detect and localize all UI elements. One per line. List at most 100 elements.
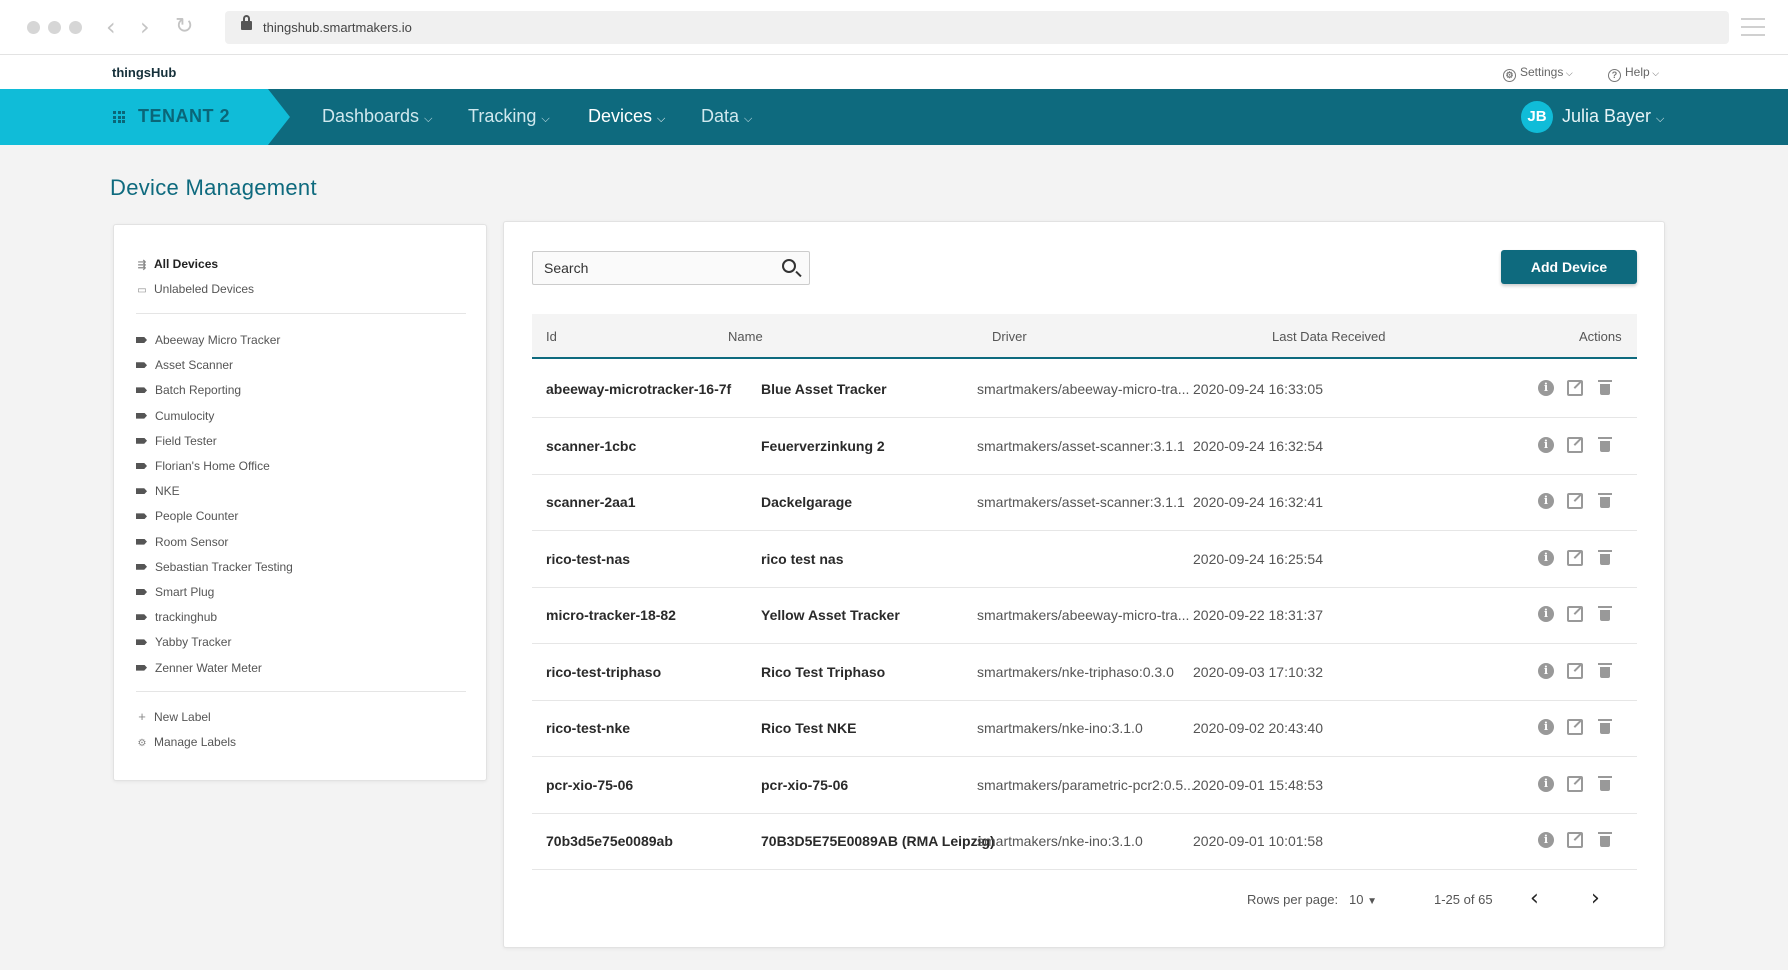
search-icon[interactable] — [782, 259, 796, 273]
add-device-button[interactable]: Add Device — [1501, 250, 1637, 284]
nav-dashboards[interactable]: Dashboards ⌵ — [322, 106, 432, 127]
trash-icon[interactable] — [1598, 662, 1612, 679]
gear-icon: ⚙ — [1503, 69, 1516, 82]
edit-icon[interactable] — [1567, 606, 1583, 622]
edit-icon[interactable] — [1567, 436, 1583, 453]
nav-data[interactable]: Data ⌵ — [701, 106, 752, 127]
user-menu[interactable]: Julia Bayer ⌵ — [1562, 106, 1664, 127]
sidebar-item-label[interactable]: People Counter — [136, 508, 238, 524]
column-header-id[interactable]: Id — [546, 329, 557, 344]
address-bar[interactable]: thingshub.smartmakers.io — [225, 11, 1729, 44]
label-name: Florian's Home Office — [155, 459, 270, 473]
info-icon[interactable]: i — [1538, 380, 1554, 396]
sidebar-item-label[interactable]: Room Sensor — [136, 534, 228, 550]
cell-name: rico test nas — [761, 550, 844, 567]
table-row[interactable]: pcr-xio-75-06 pcr-xio-75-06 smartmakers/pa… — [532, 757, 1637, 814]
info-icon[interactable]: i — [1538, 606, 1554, 622]
filter-icon: ⇶ — [137, 260, 147, 271]
info-icon[interactable]: i — [1538, 662, 1554, 679]
trash-icon[interactable] — [1598, 493, 1612, 509]
sidebar-item-label[interactable]: Abeeway Micro Tracker — [136, 332, 280, 348]
sidebar-item-label[interactable]: Asset Scanner — [136, 357, 233, 373]
next-page-icon[interactable]: › — [1591, 886, 1600, 911]
cell-driver: smartmakers/nke-ino:3.1.0 — [977, 833, 1143, 849]
cell-last: 2020-09-03 17:10:32 — [1193, 663, 1323, 680]
search-input[interactable] — [533, 252, 763, 284]
rows-per-page-select[interactable]: 10 ▼ — [1349, 892, 1377, 907]
window-dot-icon[interactable] — [69, 21, 82, 34]
table-row[interactable]: rico-test-triphaso Rico Test Triphaso smar… — [532, 644, 1637, 701]
sidebar-item-label[interactable]: Batch Reporting — [136, 382, 241, 398]
tag-icon — [136, 362, 147, 369]
info-icon[interactable]: i — [1538, 832, 1554, 848]
info-icon[interactable]: i — [1538, 719, 1554, 735]
cell-name: Rico Test NKE — [761, 720, 857, 736]
tag-icon — [136, 563, 147, 570]
nav-tracking[interactable]: Tracking ⌵ — [468, 106, 550, 127]
trash-icon[interactable] — [1598, 719, 1612, 735]
sidebar-item-label[interactable]: Smart Plug — [136, 584, 214, 600]
help-icon: ? — [1608, 69, 1621, 82]
forward-icon[interactable]: › — [140, 12, 150, 42]
window-dot-icon[interactable] — [48, 21, 61, 34]
edit-icon[interactable] — [1567, 493, 1583, 509]
sidebar-item-label[interactable]: Sebastian Tracker Testing — [136, 559, 293, 575]
edit-icon[interactable] — [1567, 662, 1583, 679]
avatar[interactable]: JB — [1521, 101, 1553, 133]
trash-icon[interactable] — [1598, 832, 1612, 848]
info-icon[interactable]: i — [1538, 436, 1554, 453]
column-header-name[interactable]: Name — [728, 329, 763, 344]
tag-icon — [136, 639, 147, 646]
column-header-driver[interactable]: Driver — [992, 329, 1027, 344]
settings-menu[interactable]: ⚙ Settings ⌵ — [1503, 65, 1573, 82]
tenant-switcher[interactable]: TENANT 2 — [0, 89, 268, 145]
tag-icon — [136, 664, 147, 671]
edit-icon[interactable] — [1567, 380, 1583, 396]
trash-icon[interactable] — [1598, 606, 1612, 622]
column-header-last-data[interactable]: Last Data Received — [1272, 329, 1385, 344]
sidebar-item-label[interactable]: trackinghub — [136, 609, 217, 625]
table-row[interactable]: abeeway-microtracker-16-7f Blue Asset Tra… — [532, 361, 1637, 418]
cell-last: 2020-09-01 15:48:53 — [1193, 776, 1323, 793]
manage-labels-button[interactable]: ⚙ Manage Labels — [136, 734, 237, 750]
search-box[interactable] — [532, 251, 810, 285]
table-row[interactable]: scanner-1cbc Feuerverzinkung 2 smartmakers… — [532, 418, 1637, 475]
trash-icon[interactable] — [1598, 380, 1612, 396]
help-menu[interactable]: ? Help ⌵ — [1608, 65, 1659, 82]
column-header-actions: Actions — [1579, 329, 1622, 344]
sidebar-item-label[interactable]: Florian's Home Office — [136, 458, 270, 474]
sidebar-item-all-devices[interactable]: ⇶ All Devices — [136, 256, 218, 272]
edit-icon[interactable] — [1567, 719, 1583, 735]
prev-page-icon[interactable]: ‹ — [1530, 886, 1539, 911]
sidebar-item-label[interactable]: Field Tester — [136, 433, 217, 449]
info-icon[interactable]: i — [1538, 493, 1554, 509]
sidebar-item-label[interactable]: Cumulocity — [136, 408, 214, 424]
info-icon[interactable]: i — [1538, 775, 1554, 792]
apps-grid-icon — [113, 111, 125, 123]
cell-id: scanner-2aa1 — [546, 494, 636, 510]
sidebar-item-unlabeled[interactable]: ▭ Unlabeled Devices — [136, 281, 254, 297]
nav-devices[interactable]: Devices ⌵ — [588, 106, 665, 127]
table-row[interactable]: rico-test-nke Rico Test NKE smartmakers/nk… — [532, 700, 1637, 757]
edit-icon[interactable] — [1567, 775, 1583, 792]
table-row[interactable]: scanner-2aa1 Dackelgarage smartmakers/asse… — [532, 474, 1637, 531]
cell-name: Feuerverzinkung 2 — [761, 437, 885, 454]
info-icon[interactable]: i — [1538, 549, 1554, 566]
back-icon[interactable]: ‹ — [106, 12, 116, 42]
label-name: Batch Reporting — [155, 383, 242, 398]
trash-icon[interactable] — [1598, 436, 1612, 453]
edit-icon[interactable] — [1567, 549, 1583, 566]
trash-icon[interactable] — [1598, 549, 1612, 566]
table-row[interactable]: rico-test-nas rico test nas 2020-09-24 16:… — [532, 531, 1637, 588]
table-row[interactable]: 70b3d5e75e0089ab 70B3D5E75E0089AB (RMA Le… — [532, 813, 1637, 870]
window-dot-icon[interactable] — [27, 21, 40, 34]
sidebar-item-label[interactable]: NKE — [136, 483, 180, 499]
new-label-button[interactable]: + New Label — [136, 709, 211, 725]
table-row[interactable]: micro-tracker-18-82 Yellow Asset Tracker s… — [532, 587, 1637, 644]
sidebar-item-label[interactable]: Yabby Tracker — [136, 634, 231, 650]
reload-icon[interactable]: ↻ — [175, 12, 193, 42]
sidebar-item-label[interactable]: Zenner Water Meter — [136, 660, 262, 676]
browser-menu-icon[interactable] — [1741, 18, 1765, 42]
edit-icon[interactable] — [1567, 832, 1583, 848]
trash-icon[interactable] — [1598, 775, 1612, 792]
